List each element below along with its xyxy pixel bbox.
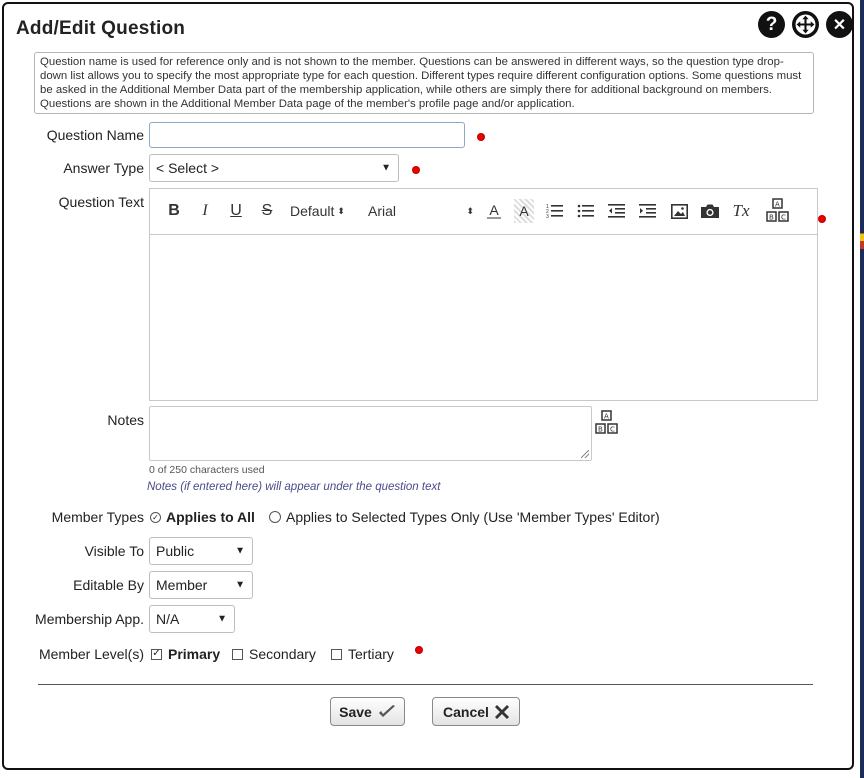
cancel-button[interactable]: Cancel <box>432 697 520 726</box>
visible-to-select[interactable]: Public ▼ <box>149 537 253 565</box>
background-strip <box>860 0 864 778</box>
svg-text:B: B <box>769 214 774 222</box>
move-icon[interactable] <box>792 11 819 38</box>
checkbox-unchecked-icon <box>331 648 342 660</box>
chevron-down-icon: ▼ <box>381 162 391 174</box>
camera-icon[interactable] <box>699 199 721 223</box>
bold-button[interactable]: B <box>165 199 183 223</box>
notes-label: Notes <box>107 412 144 428</box>
question-name-input[interactable] <box>149 122 465 148</box>
add-edit-question-dialog: Add/Edit Question ? ✕ Question name is u… <box>2 2 854 770</box>
background-color-icon[interactable]: A <box>514 199 534 223</box>
font-color-icon[interactable]: A <box>484 199 504 223</box>
editor-content-area[interactable] <box>150 235 817 400</box>
svg-text:C: C <box>781 214 786 222</box>
abc-blocks-icon[interactable]: ABC <box>594 410 622 438</box>
rich-text-editor: B I U S Default ⬍ Arial ⬍ A A 123 Tx A B… <box>149 188 818 401</box>
required-indicator <box>413 167 419 173</box>
membership-app-select[interactable]: N/A ▼ <box>149 605 235 633</box>
x-icon <box>494 704 509 719</box>
image-icon[interactable] <box>669 199 689 223</box>
svg-text:A: A <box>775 201 780 209</box>
bullet-list-icon[interactable] <box>576 199 596 223</box>
level-secondary-checkbox[interactable]: Secondary <box>232 646 316 662</box>
clear-format-icon[interactable]: Tx <box>731 199 751 223</box>
resize-handle[interactable] <box>581 450 589 458</box>
required-indicator <box>416 647 422 653</box>
italic-button[interactable]: I <box>196 199 214 223</box>
notes-character-counter: 0 of 250 characters used <box>149 464 265 476</box>
chevron-down-icon: ▼ <box>235 579 245 591</box>
editable-by-select[interactable]: Member ▼ <box>149 571 253 599</box>
visible-to-label: Visible To <box>84 543 144 559</box>
question-text-label: Question Text <box>58 194 144 210</box>
save-button[interactable]: Save <box>330 697 405 726</box>
divider <box>38 684 813 685</box>
applies-to-selected-radio[interactable]: Applies to Selected Types Only (Use 'Mem… <box>269 509 660 525</box>
font-size-select[interactable]: Default ⬍ <box>290 199 354 223</box>
member-types-label: Member Types <box>51 509 144 525</box>
indent-icon[interactable] <box>638 199 658 223</box>
level-primary-checkbox[interactable]: ✓ Primary <box>151 646 220 662</box>
svg-text:A: A <box>604 413 609 421</box>
question-name-label: Question Name <box>46 127 144 143</box>
checkbox-checked-icon: ✓ <box>151 648 162 660</box>
notes-hint: Notes (if entered here) will appear unde… <box>147 481 441 493</box>
help-icon[interactable]: ? <box>758 11 785 38</box>
required-indicator <box>819 216 825 222</box>
updown-icon: ⬍ <box>337 205 345 216</box>
updown-icon: ⬍ <box>466 205 474 216</box>
strikethrough-button[interactable]: S <box>258 199 276 223</box>
applies-to-all-radio[interactable]: ✓ Applies to All <box>150 509 255 525</box>
radio-checked-icon: ✓ <box>150 511 161 523</box>
member-levels-label: Member Level(s) <box>38 646 144 662</box>
answer-type-select[interactable]: < Select > ▼ <box>149 154 399 182</box>
radio-unchecked-icon <box>269 511 281 523</box>
level-tertiary-checkbox[interactable]: Tertiary <box>331 646 394 662</box>
answer-type-label: Answer Type <box>63 160 144 176</box>
editor-toolbar: B I U S Default ⬍ Arial ⬍ A A 123 Tx A B… <box>150 189 817 235</box>
chevron-down-icon: ▼ <box>235 545 245 557</box>
outdent-icon[interactable] <box>607 199 627 223</box>
membership-app-label: Membership App. <box>35 611 144 627</box>
chevron-down-icon: ▼ <box>217 613 227 625</box>
dialog-title: Add/Edit Question <box>16 18 186 39</box>
close-icon[interactable]: ✕ <box>826 11 853 38</box>
ordered-list-icon[interactable]: 123 <box>545 199 565 223</box>
editable-by-label: Editable By <box>73 577 144 593</box>
svg-text:3: 3 <box>546 214 549 219</box>
info-text: Question name is used for reference only… <box>34 52 814 114</box>
checkmark-icon <box>378 704 395 717</box>
underline-button[interactable]: U <box>227 199 245 223</box>
svg-text:C: C <box>610 426 615 434</box>
required-indicator <box>478 134 484 140</box>
svg-text:B: B <box>598 426 603 434</box>
notes-textarea[interactable] <box>149 406 592 461</box>
checkbox-unchecked-icon <box>232 648 243 660</box>
font-family-select[interactable]: Arial ⬍ <box>368 199 474 223</box>
abc-blocks-icon[interactable]: ABC <box>764 197 792 225</box>
